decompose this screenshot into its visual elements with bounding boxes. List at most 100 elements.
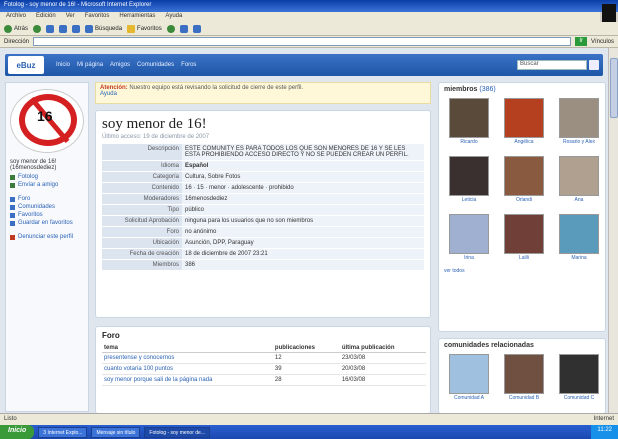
menu-ayuda[interactable]: Ayuda (165, 13, 182, 21)
menu-herramientas[interactable]: Herramientas (119, 13, 155, 21)
menu-bar: Archivo Edición Ver Favoritos Herramient… (0, 12, 600, 22)
history-button[interactable] (166, 24, 175, 33)
history-icon (166, 24, 175, 33)
sidebar-item-fotolog[interactable]: Fotolog (6, 173, 88, 181)
forum-col-tema[interactable]: tema (102, 344, 273, 353)
site-search-input[interactable]: Buscar (517, 60, 587, 70)
back-button[interactable]: Atrás (4, 24, 28, 33)
member-caption[interactable]: Marina (554, 255, 604, 261)
scrollbar-thumb[interactable] (610, 58, 618, 118)
home-button[interactable] (72, 24, 81, 33)
refresh-button[interactable] (59, 24, 68, 33)
menu-ver[interactable]: Ver (66, 13, 75, 21)
member-caption[interactable]: Irina (444, 255, 494, 261)
profile-picture[interactable]: 16 (10, 89, 84, 153)
member-photo[interactable] (449, 156, 489, 196)
member-photo[interactable] (504, 214, 544, 254)
member-photo[interactable] (449, 214, 489, 254)
sidebar-item-denunciar[interactable]: Denunciar este perfil (6, 233, 88, 241)
community-caption[interactable]: Comunidad C (554, 395, 604, 401)
community-thumbnail[interactable]: Comunidad B (499, 354, 549, 406)
community-photo[interactable] (449, 354, 489, 394)
stop-button[interactable] (46, 24, 55, 33)
badge-number: 16 (37, 108, 53, 124)
member-caption[interactable]: Angélica (499, 139, 549, 145)
sidebar-item-guardar[interactable]: Guardar en favoritos (6, 219, 88, 227)
member-photo[interactable] (504, 156, 544, 196)
member-photo[interactable] (504, 98, 544, 138)
taskbar-item-message[interactable]: Mensaje sin título (91, 426, 141, 438)
profile-info-value: ESTE COMUNITY ES PARA TODOS LOS QUE SON … (182, 144, 424, 161)
member-photo[interactable] (559, 98, 599, 138)
member-thumbnail[interactable]: Leticia (444, 156, 494, 208)
forward-button[interactable] (33, 24, 42, 33)
forum-col-posts[interactable]: publicaciones (272, 344, 340, 353)
site-logo[interactable]: eBuz (8, 56, 44, 74)
sidebar-item-comunidades[interactable]: Comunidades (6, 203, 88, 211)
member-thumbnail[interactable]: Marina (554, 214, 604, 266)
menu-archivo[interactable]: Archivo (6, 13, 26, 21)
links-label[interactable]: Vínculos (591, 39, 614, 45)
member-photo[interactable] (559, 156, 599, 196)
vertical-scrollbar[interactable] (608, 48, 618, 413)
sidebar-item-foro[interactable]: Foro (6, 195, 88, 203)
browser-toolbar: Atrás Búsqueda Favoritos (0, 22, 618, 36)
community-caption[interactable]: Comunidad B (499, 395, 549, 401)
nav-foros[interactable]: Foros (181, 62, 196, 68)
status-text: Listo (4, 416, 17, 422)
mail-button[interactable] (179, 24, 188, 33)
go-button[interactable]: Ir (575, 37, 587, 46)
profile-info-row: Contenido 16 · 15 · menor · adolescente ·… (102, 182, 424, 194)
community-thumbnail[interactable]: Comunidad C (554, 354, 604, 406)
forum-topic-link[interactable]: cuanto votaria 100 puntos (102, 363, 273, 375)
address-label: Dirección (4, 38, 30, 45)
taskbar-item-fotolog[interactable]: Fotolog - soy menor de... (144, 426, 210, 438)
member-thumbnail[interactable]: Irina (444, 214, 494, 266)
member-thumbnail[interactable]: Orlandi (499, 156, 549, 208)
community-photo[interactable] (504, 354, 544, 394)
community-caption[interactable]: Comunidad A (444, 395, 494, 401)
search-button[interactable]: Búsqueda (85, 24, 122, 33)
member-photo[interactable] (449, 98, 489, 138)
member-photo[interactable] (559, 214, 599, 254)
members-title: miembros (386) (444, 86, 496, 93)
taskbar: Inicio 3 Internet Explo... Mensaje sin t… (0, 425, 618, 439)
nav-amigos[interactable]: Amigos (110, 62, 130, 68)
member-thumbnail[interactable]: Lalili (499, 214, 549, 266)
profile-info-key: Idioma (102, 160, 182, 172)
forum-post-count: 12 (272, 352, 340, 364)
home-icon (72, 24, 81, 33)
notice-text: Nuestro equipo está revisando la solicit… (129, 85, 304, 91)
member-caption[interactable]: Rosario y Alex (554, 139, 604, 145)
member-thumbnail[interactable]: Angélica (499, 98, 549, 150)
menu-edicion[interactable]: Edición (36, 13, 56, 21)
address-input[interactable] (33, 37, 572, 46)
member-thumbnail[interactable]: Ana (554, 156, 604, 208)
community-thumbnail[interactable]: Comunidad A (444, 354, 494, 406)
member-caption[interactable]: Ricardo (444, 139, 494, 145)
favorites-button[interactable]: Favoritos (127, 24, 162, 33)
sidebar-item-favoritos[interactable]: Favoritos (6, 211, 88, 219)
member-caption[interactable]: Ana (554, 197, 604, 203)
forum-col-last[interactable]: última publicación (339, 344, 426, 353)
start-button[interactable]: Inicio (0, 425, 35, 439)
member-caption[interactable]: Orlandi (499, 197, 549, 203)
member-thumbnail[interactable]: Rosario y Alex (554, 98, 604, 150)
community-photo[interactable] (559, 354, 599, 394)
print-button[interactable] (192, 24, 201, 33)
nav-comunidades[interactable]: Comunidades (137, 62, 174, 68)
member-caption[interactable]: Lalili (499, 255, 549, 261)
taskbar-item-ie[interactable]: 3 Internet Explo... (38, 426, 88, 438)
nav-mi-pagina[interactable]: Mi página (77, 62, 103, 68)
forum-topic-link[interactable]: presentense y conocernos (102, 352, 273, 364)
forum-topic-link[interactable]: soy menor porque sali de la página nada (102, 374, 273, 386)
forum-row: cuanto votaria 100 puntos 39 20/03/08 (102, 363, 426, 375)
member-caption[interactable]: Leticia (444, 197, 494, 203)
see-all-members-link[interactable]: ver todos (439, 268, 605, 274)
notice-link[interactable]: Ayuda (100, 91, 117, 97)
sidebar-item-enviar[interactable]: Envíar a amigo (6, 181, 88, 189)
site-search-button[interactable] (589, 60, 599, 70)
member-thumbnail[interactable]: Ricardo (444, 98, 494, 150)
menu-favoritos[interactable]: Favoritos (85, 13, 110, 21)
nav-inicio[interactable]: Inicio (56, 62, 70, 68)
